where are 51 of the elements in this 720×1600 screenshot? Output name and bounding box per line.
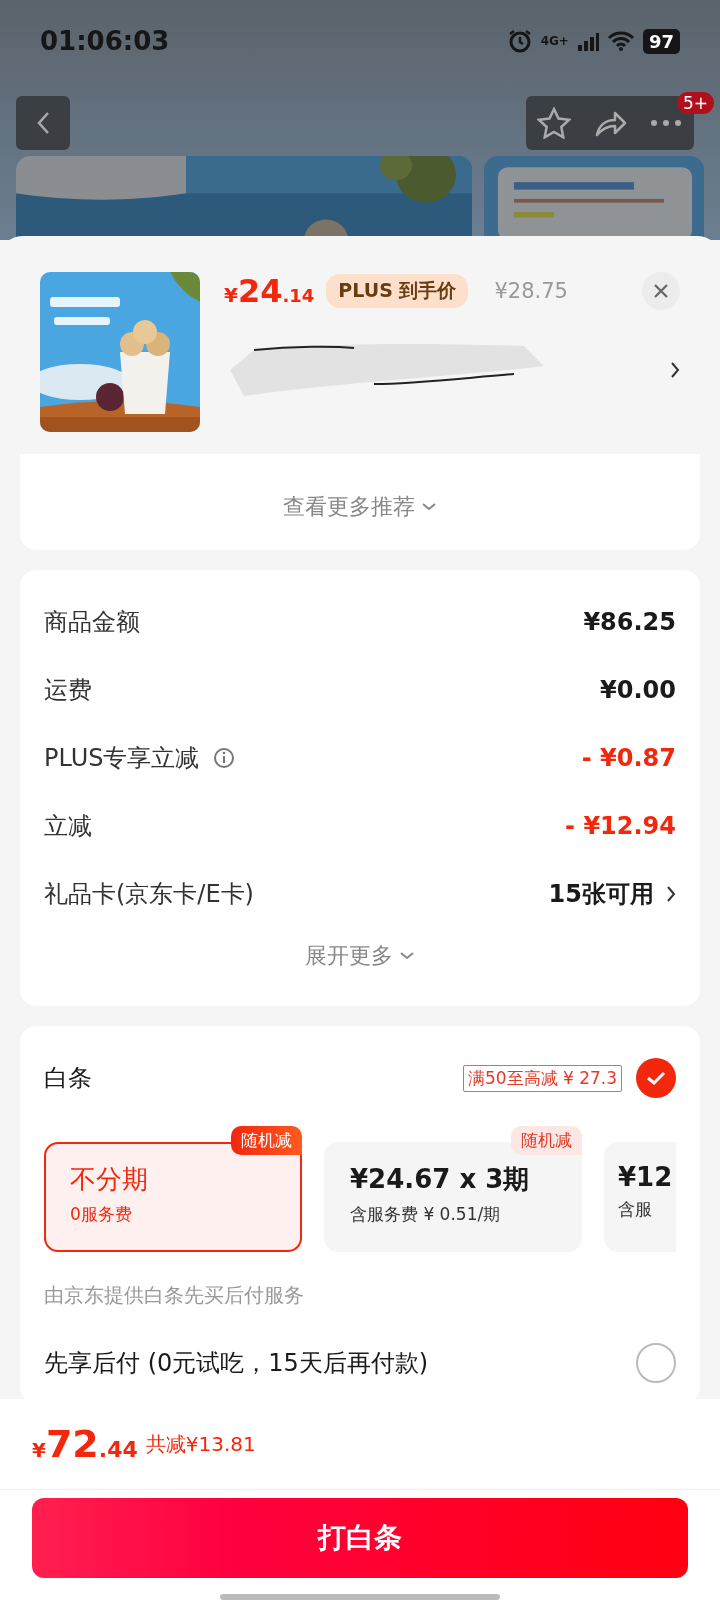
installment-fee: 含服务费 ¥ 0.51/期 — [350, 1203, 502, 1226]
total-price: ¥72.44 — [32, 1422, 138, 1466]
gift-card-link[interactable]: 15张可用 — [548, 878, 676, 910]
star-icon — [537, 107, 571, 139]
expand-more-link[interactable]: 展开更多 — [305, 941, 415, 971]
discount-value: - ¥12.94 — [565, 812, 676, 840]
original-price: ¥28.75 — [494, 279, 569, 303]
signal-icon — [576, 30, 599, 52]
clock-time: 01:06:03 — [40, 26, 170, 56]
random-discount-tag: 随机减 — [231, 1126, 302, 1155]
amount-value: ¥86.25 — [583, 608, 676, 636]
chevron-right-icon — [666, 885, 676, 903]
total-savings: 共减¥13.81 — [145, 1430, 256, 1458]
pay-button[interactable]: 打白条 — [32, 1498, 688, 1578]
close-button[interactable] — [642, 272, 680, 310]
summary-label: 礼品卡(京东卡/E卡) — [44, 879, 254, 910]
installment-fee: 含服 — [618, 1198, 653, 1221]
chevron-down-icon — [399, 951, 415, 961]
amount-value: ¥0.00 — [600, 676, 676, 704]
payment-checkbox[interactable] — [636, 1058, 676, 1098]
installment-title: 不分期 — [70, 1163, 149, 1196]
network-label: 4G+ — [540, 34, 569, 48]
summary-label: 立减 — [44, 811, 92, 842]
installment-title: ¥12 — [618, 1162, 674, 1192]
summary-label: PLUS专享立减 — [44, 742, 236, 774]
summary-label: 运费 — [44, 675, 92, 706]
plus-price-tag: PLUS 到手价 — [326, 274, 469, 308]
sale-price: ¥24.14 — [224, 272, 315, 310]
service-note: 由京东提供白条先买后付服务 — [44, 1282, 305, 1309]
chevron-right-icon — [670, 361, 680, 379]
back-button[interactable] — [16, 96, 70, 150]
random-discount-tag: 随机减 — [511, 1126, 582, 1155]
wifi-icon — [606, 30, 635, 52]
summary-label: 商品金额 — [44, 607, 140, 638]
installment-fee: 0服务费 — [70, 1203, 133, 1226]
chevron-left-icon — [36, 111, 50, 135]
checkmark-icon — [646, 1071, 666, 1085]
promo-tag: 满50至高减 ¥ 27.3 — [462, 1064, 622, 1092]
close-icon — [653, 283, 669, 299]
info-icon[interactable] — [213, 747, 236, 769]
chevron-down-icon — [421, 502, 437, 512]
pay-later-radio[interactable] — [636, 1343, 676, 1383]
more-dots-icon — [650, 119, 682, 127]
discount-value: - ¥0.87 — [581, 744, 676, 772]
see-more-recommendations-link[interactable]: 查看更多推荐 — [283, 492, 437, 522]
payment-method-title: 白条 — [44, 1063, 92, 1094]
installment-title: ¥24.67 x 3期 — [350, 1163, 531, 1196]
notification-badge: 5+ — [676, 92, 714, 114]
installment-option[interactable]: ¥12 含服 — [604, 1142, 676, 1252]
pay-later-label: 先享后付 (0元试吃，15天后再付款) — [44, 1348, 429, 1379]
battery-level: 97 — [642, 28, 680, 54]
